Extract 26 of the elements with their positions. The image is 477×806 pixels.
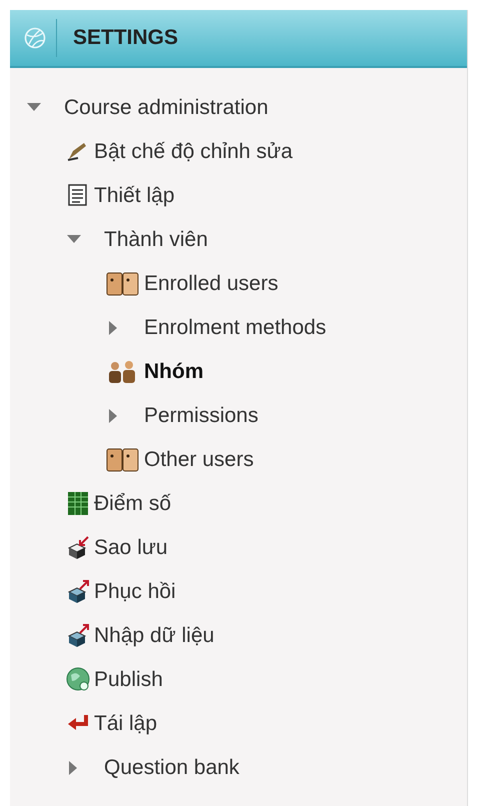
tree-item[interactable]: Question bank [104,756,240,780]
tree-item[interactable]: Nhóm [144,360,204,384]
tree-item[interactable]: Other users [144,448,254,472]
tree-item[interactable]: Nhập dữ liệu [94,624,214,648]
box-icon [66,535,90,561]
globe-icon [66,667,90,693]
tree-item[interactable]: Permissions [144,404,258,428]
tree-item[interactable]: Course administration [64,96,268,120]
ball-icon [24,27,46,49]
spreadsheet-icon [66,491,90,517]
box-icon [66,623,90,649]
tree-item[interactable]: Phục hồi [94,580,176,604]
tree-item[interactable]: Publish [94,668,163,692]
tree-item[interactable]: Thành viên [104,228,208,252]
tree-item[interactable]: Sao lưu [94,536,168,560]
faces-icon [106,447,140,473]
tree-item[interactable]: Thiết lập [94,184,175,208]
tree-item[interactable]: Enrolment methods [144,316,326,340]
block-title: SETTINGS [72,26,178,50]
tree-item[interactable]: Bật chế độ chỉnh sửa [94,140,293,164]
faces-icon [106,271,140,297]
tree-item[interactable]: Enrolled users [144,272,278,296]
tree-item[interactable]: Tái lập [94,712,158,736]
box-icon [66,579,90,605]
document-icon [66,183,90,209]
tree-item[interactable]: Điểm số [94,492,172,516]
